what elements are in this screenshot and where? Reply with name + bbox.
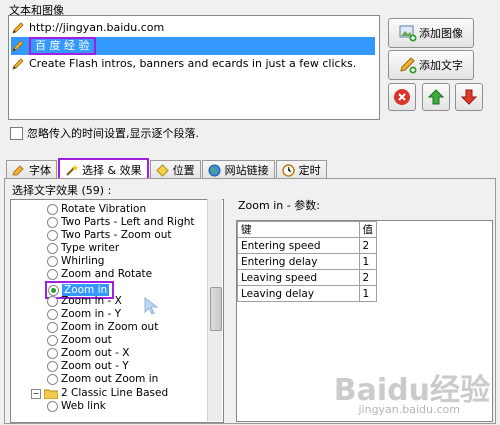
text-list-item-label: Create Flash intros, banners and ecards … bbox=[29, 57, 357, 70]
wand-icon bbox=[66, 164, 78, 176]
ignore-timing-label: 忽略传入的时间设置,显示逐个段落. bbox=[27, 127, 199, 140]
params-header-row: 键 值 bbox=[237, 221, 377, 238]
text-list-item-label: 百 度 经 验 bbox=[29, 37, 96, 55]
radio-icon bbox=[47, 309, 58, 320]
radio-icon bbox=[47, 269, 58, 280]
effect-item[interactable]: Zoom out Zoom in bbox=[47, 373, 158, 386]
radio-icon bbox=[47, 256, 58, 267]
effect-item[interactable]: Type writer bbox=[47, 242, 119, 255]
params-value-header: 值 bbox=[358, 221, 377, 238]
move-up-button[interactable] bbox=[422, 83, 450, 111]
tree-folder[interactable]: − 2 Classic Line Based bbox=[31, 387, 168, 400]
radio-icon bbox=[47, 296, 58, 307]
effect-item[interactable]: Zoom in - X bbox=[47, 295, 122, 308]
tab-timing-label: 定时 bbox=[298, 164, 321, 177]
table-row[interactable]: Entering delay 1 bbox=[237, 253, 377, 270]
delete-icon bbox=[394, 89, 410, 105]
radio-icon bbox=[47, 230, 58, 241]
collapse-toggle-icon[interactable]: − bbox=[31, 389, 41, 399]
table-row[interactable]: Leaving speed 2 bbox=[237, 269, 377, 286]
text-list-box[interactable]: http://jingyan.baidu.com 百 度 经 验 Create … bbox=[8, 15, 380, 120]
radio-icon bbox=[47, 204, 58, 215]
tree-scrollbar[interactable] bbox=[207, 199, 222, 421]
effect-item[interactable]: Whirling bbox=[47, 255, 104, 268]
radio-icon bbox=[47, 348, 58, 359]
font-icon bbox=[12, 164, 24, 175]
arrow-up-icon bbox=[427, 89, 445, 105]
effect-item[interactable]: Zoom in - Y bbox=[47, 308, 121, 321]
params-key-header: 键 bbox=[237, 221, 360, 238]
radio-icon bbox=[47, 243, 58, 254]
tab-position[interactable]: 位置 bbox=[149, 160, 201, 179]
tree-folder-label: 2 Classic Line Based bbox=[61, 387, 169, 399]
ignore-timing-option[interactable]: 忽略传入的时间设置,显示逐个段落. bbox=[10, 125, 199, 141]
folder-icon bbox=[43, 389, 59, 399]
table-row[interactable]: Entering speed 2 bbox=[237, 237, 377, 254]
mouse-cursor-icon bbox=[144, 297, 159, 315]
effect-item[interactable]: Web link bbox=[47, 400, 106, 413]
tab-weblink[interactable]: 网站链接 bbox=[201, 160, 275, 179]
add-image-label: 添加图像 bbox=[419, 27, 463, 40]
text-list-item[interactable]: http://jingyan.baidu.com bbox=[11, 19, 164, 37]
effect-item[interactable]: Two Parts - Zoom out bbox=[47, 229, 172, 242]
radio-icon bbox=[47, 335, 58, 346]
globe-icon bbox=[208, 164, 221, 176]
radio-icon bbox=[47, 322, 58, 333]
tab-weblink-label: 网站链接 bbox=[224, 164, 269, 177]
arrow-down-icon bbox=[460, 89, 478, 105]
tab-timing[interactable]: 定时 bbox=[275, 160, 327, 179]
add-image-icon bbox=[399, 25, 417, 42]
params-title: Zoom in - 参数: bbox=[238, 199, 320, 212]
tab-selection-effects[interactable]: 选择 & 效果 bbox=[58, 158, 149, 180]
text-list-item-selected[interactable]: 百 度 经 验 bbox=[11, 37, 375, 55]
text-list-item[interactable]: Create Flash intros, banners and ecards … bbox=[11, 55, 356, 73]
effects-count-label: 选择文字效果 (59) : bbox=[12, 184, 112, 197]
tab-font-label: 字体 bbox=[29, 164, 51, 177]
radio-icon bbox=[47, 217, 58, 228]
add-image-button[interactable]: 添加图像 bbox=[388, 18, 474, 48]
effect-item[interactable]: Zoom out - Y bbox=[47, 360, 129, 373]
table-row[interactable]: Leaving delay 1 bbox=[237, 285, 377, 302]
move-down-button[interactable] bbox=[455, 83, 483, 111]
tab-selection-effects-label: 选择 & 效果 bbox=[82, 164, 142, 177]
clock-icon bbox=[281, 163, 295, 177]
effect-item[interactable]: Two Parts - Left and Right bbox=[47, 216, 195, 229]
effects-tree[interactable]: Rotate Vibration Two Parts - Left and Ri… bbox=[10, 199, 224, 423]
tab-font[interactable]: 字体 bbox=[6, 160, 57, 179]
tab-strip: 字体 选择 & 效果 位置 网站链接 定时 bbox=[6, 158, 328, 180]
effect-item[interactable]: Zoom and Rotate bbox=[47, 268, 152, 281]
params-table: 键 值 Entering speed 2 Entering delay 1 Leav… bbox=[237, 221, 377, 302]
add-text-label: 添加文字 bbox=[419, 59, 463, 72]
effect-item[interactable]: Zoom out bbox=[47, 334, 112, 347]
pencil-icon bbox=[12, 22, 24, 34]
effect-item[interactable]: Zoom out - X bbox=[47, 347, 129, 360]
radio-icon bbox=[47, 374, 58, 385]
scrollbar-thumb[interactable] bbox=[210, 287, 222, 331]
effect-item[interactable]: Zoom in Zoom out bbox=[47, 321, 158, 334]
effect-item[interactable]: Rotate Vibration bbox=[47, 203, 146, 216]
radio-selected-icon bbox=[48, 285, 59, 296]
tab-position-label: 位置 bbox=[172, 164, 195, 177]
ignore-timing-checkbox[interactable] bbox=[10, 126, 23, 140]
pencil-icon bbox=[12, 40, 24, 52]
radio-icon bbox=[47, 361, 58, 372]
watermark-url: jingyan.baidu.com bbox=[358, 403, 460, 416]
delete-button[interactable] bbox=[388, 83, 416, 111]
pencil-icon bbox=[12, 58, 24, 70]
add-text-button[interactable]: 添加文字 bbox=[388, 50, 474, 80]
radio-icon bbox=[47, 401, 58, 412]
add-text-icon bbox=[400, 57, 417, 74]
position-icon bbox=[155, 163, 169, 177]
text-list-item-label: http://jingyan.baidu.com bbox=[29, 21, 165, 34]
